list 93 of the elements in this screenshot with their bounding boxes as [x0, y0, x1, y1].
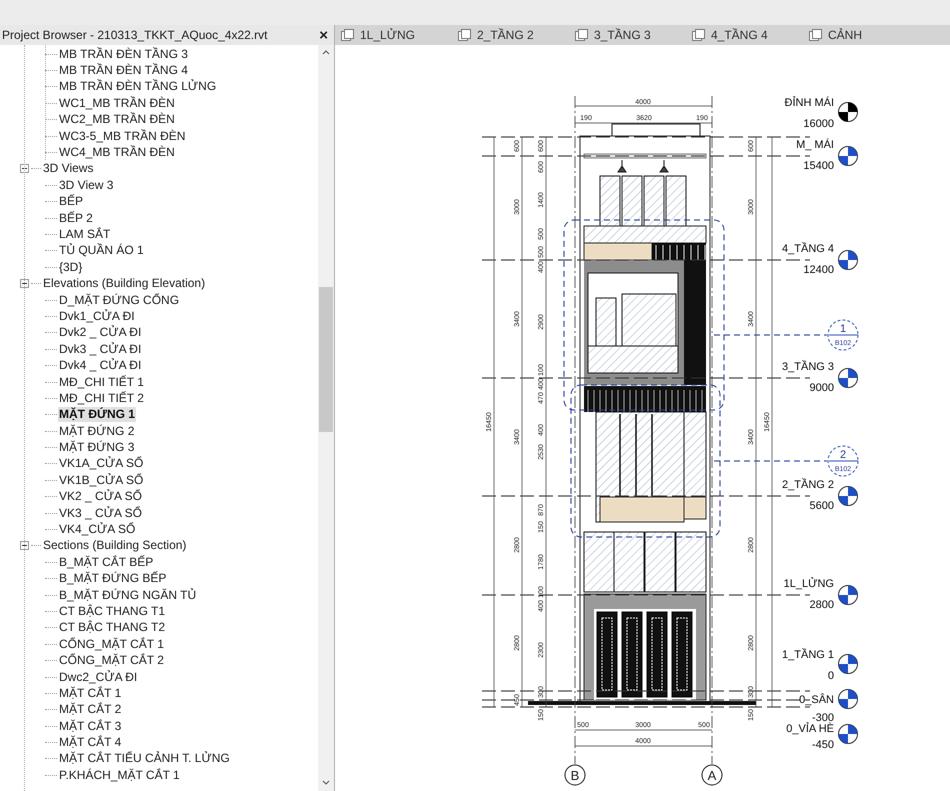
scroll-down-icon[interactable] [322, 780, 330, 785]
tree-item[interactable]: MẶT CẮT 2 [58, 702, 122, 718]
tree-item[interactable]: MĐ_CHI TIẾT 2 [58, 390, 145, 406]
tree-group-label[interactable]: 3D Views [42, 161, 94, 176]
tree-item[interactable]: MB TRẦN ĐÈN TẦNG 3 [58, 46, 189, 62]
panel-title: Project Browser - 210313_TKKT_AQuoc_4x22.rvt [2, 27, 268, 44]
level-marker-icon[interactable] [838, 146, 858, 166]
level-name: ĐỈNH MÁI [784, 97, 834, 109]
tree-item[interactable]: CT BẬC THANG T2 [58, 620, 166, 636]
level-elevation: 2800 [810, 599, 834, 611]
tree-item[interactable]: MẶT CẮT 1 [58, 686, 122, 701]
tree-item[interactable]: WC2_MB TRẦN ĐÈN [58, 112, 176, 128]
level-elevation: 16000 [803, 118, 834, 130]
level-elevation: -450 [812, 739, 834, 751]
tree-item[interactable]: LAM SẮT [58, 226, 112, 242]
tree-item[interactable]: WC4_MB TRẦN ĐÈN [58, 145, 176, 160]
view-tab[interactable]: 4_TẦNG 4 [686, 25, 803, 45]
tree-item[interactable]: B_MẶT ĐỨNG BẾP [58, 571, 168, 586]
level-elevation: 0 [828, 670, 834, 682]
tree-item[interactable]: MẶT ĐỨNG 2 [58, 424, 136, 439]
tree-item[interactable]: MB TRẦN ĐÈN TẦNG 4 [58, 63, 189, 78]
level-marker-icon[interactable] [838, 585, 858, 605]
tree-item[interactable]: CỔNG_MẶT CẮT 1 [58, 636, 165, 652]
view-icon [809, 29, 822, 41]
scroll-up-icon[interactable] [322, 50, 330, 55]
level-name: M_ MÁI [796, 139, 834, 151]
tree-item[interactable]: VK4_CỬA SỔ [58, 522, 136, 538]
tree-group-label[interactable]: Sections (Building Section) [42, 538, 188, 554]
level-marker-icon[interactable] [838, 486, 858, 506]
level-name: 1L_LỬNG [784, 578, 834, 590]
tree-item[interactable]: MẶT CẮT 4 [58, 735, 122, 750]
scrollbar-thumb[interactable] [319, 287, 333, 432]
tree-item[interactable]: B_MẶT ĐỨNG NGĂN TỦ [58, 588, 198, 603]
level-marker-icon[interactable] [838, 654, 858, 674]
vertical-scrollbar[interactable] [318, 45, 334, 791]
level-elevation: 9000 [810, 382, 834, 394]
tree-item[interactable]: D_MẶT ĐỨNG CỔNG [58, 292, 180, 308]
tree-item[interactable]: CỔNG_MẶT CẮT 2 [58, 653, 165, 668]
view-tab[interactable]: CẢNH [803, 25, 920, 45]
tree-item[interactable]: VK1A_CỬA SỔ [58, 456, 144, 472]
collapse-icon[interactable] [20, 279, 29, 288]
tree-item[interactable]: B_MẶT CẮT BẾP [58, 554, 154, 570]
collapse-icon[interactable] [20, 541, 29, 550]
level-marker-icon[interactable] [838, 102, 858, 122]
level-elevation: 12400 [803, 264, 834, 276]
view-tab[interactable]: 2_TẦNG 2 [452, 25, 569, 45]
view-icon [341, 29, 354, 41]
level-elevation: 15400 [803, 160, 834, 172]
view-tab[interactable]: 1L_LỬNG [335, 25, 452, 45]
tree-item[interactable]: MB TRẦN ĐÈN TẦNG LỬNG [58, 79, 218, 94]
level-name: 3_TẦNG 3 [782, 361, 834, 373]
view-icon [575, 29, 588, 41]
tree-item[interactable]: {3D} [58, 260, 84, 275]
view-icon [692, 29, 705, 41]
level-marker-icon[interactable] [838, 724, 858, 744]
tree-item[interactable]: MẶT CẮT 3 [58, 718, 122, 734]
level-marker-icon[interactable] [838, 689, 858, 709]
tree-item[interactable]: VK3 _ CỬA SỔ [58, 506, 143, 521]
level-marker-icon[interactable] [838, 368, 858, 388]
tree-item[interactable]: VK1B_CỬA SỔ [58, 472, 144, 488]
view-tab[interactable]: 3_TẦNG 3 [569, 25, 686, 45]
level-name: 2_TẦNG 2 [782, 479, 834, 491]
level-name: 4_TẦNG 4 [782, 243, 834, 255]
tree-item[interactable]: BẾP 2 [58, 210, 94, 226]
level-name: 0_VỈA HÈ [786, 723, 834, 735]
tree-item[interactable]: WC3-5_MB TRẦN ĐÈN [58, 128, 186, 144]
level-elevation: -300 [812, 712, 834, 724]
close-button[interactable]: × [319, 28, 328, 42]
collapse-icon[interactable] [20, 164, 29, 174]
tree-item[interactable]: Dvk4 _ CỬA ĐI [58, 358, 142, 374]
level-elevation: 5600 [810, 500, 834, 512]
tree-item[interactable]: 3D View 3 [58, 178, 114, 193]
tree-group-label[interactable]: Elevations (Building Elevation) [42, 276, 206, 292]
grid-bubble: A [702, 764, 722, 786]
level-name: 0_SÂN [799, 694, 834, 706]
tree-item[interactable]: Dvk2 _ CỬA ĐI [58, 325, 142, 340]
tree-item[interactable]: MĐ_CHI TIẾT 1 [58, 374, 145, 390]
tree-item[interactable]: Dwc2_CỬA ĐI [58, 670, 138, 685]
tree-item[interactable]: CT BẬC THANG T1 [58, 604, 166, 619]
tree-item[interactable]: BẾP [58, 194, 84, 210]
tree-item[interactable]: VK2 _ CỬA SỔ [58, 489, 143, 504]
tree-item[interactable]: MẶT CẮT TIỂU CẢNH T. LỬNG [58, 751, 231, 766]
level-name: 1_TẦNG 1 [782, 649, 834, 661]
level-marker-icon[interactable] [838, 250, 858, 270]
tree-item[interactable]: P.KHÁCH_MẶT CẮT 1 [58, 768, 181, 783]
tree-item[interactable]: WC1_MB TRẦN ĐÈN [58, 96, 176, 111]
tree-item[interactable]: TỦ QUẦN ÁO 1 [58, 243, 145, 258]
tree-item[interactable]: Dvk3 _ CỬA ĐI [58, 342, 142, 357]
tree-item[interactable]: MẶT ĐỨNG 3 [58, 440, 136, 456]
tree-item[interactable]: MẶT ĐỨNG 1 [58, 407, 136, 422]
tree-item[interactable]: Dvk1_CỬA ĐI [58, 308, 136, 324]
grid-bubble: B [564, 764, 586, 786]
view-icon [458, 29, 471, 41]
